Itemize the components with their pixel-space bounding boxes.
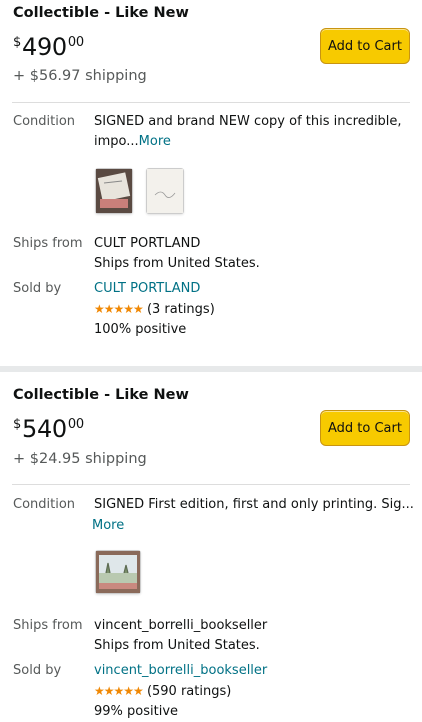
price-whole: 540 xyxy=(21,415,67,443)
add-to-cart-button[interactable]: Add to Cart xyxy=(320,28,410,64)
product-photo-thumbnail[interactable] xyxy=(95,550,141,594)
seller-rating[interactable]: ★★★★★ (3 ratings) xyxy=(94,299,215,320)
star-rating-icon: ★★★★★ xyxy=(94,302,144,316)
price: $49000 xyxy=(13,33,84,61)
condition-description: SIGNED and brand NEW copy of this incred… xyxy=(94,112,402,152)
shipping-cost: + $24.95 shipping xyxy=(13,451,147,467)
ratings-count: (590 ratings) xyxy=(146,684,232,699)
offer-card: Collectible - Like New $54000 Add to Car… xyxy=(0,372,422,720)
condition-text-line1: SIGNED and brand NEW copy of this incred… xyxy=(94,114,402,129)
seller-info: vincent_borrelli_bookseller ★★★★★ (590 r… xyxy=(94,661,267,722)
ships-from-label: Ships from xyxy=(13,618,83,633)
ships-from-country: Ships from United States. xyxy=(94,256,260,271)
offer-card: Collectible - Like New $49000 Add to Car… xyxy=(0,0,422,366)
ships-from-name: vincent_borrelli_bookseller xyxy=(94,618,268,633)
ships-from-country: Ships from United States. xyxy=(94,638,260,653)
product-photo-thumbnail[interactable] xyxy=(95,168,133,214)
ships-from-info: vincent_borrelli_bookseller Ships from U… xyxy=(94,616,267,656)
condition-description: SIGNED First edition, first and only pri… xyxy=(94,495,414,515)
price-symbol: $ xyxy=(13,417,21,432)
price: $54000 xyxy=(13,415,84,443)
sold-by-label: Sold by xyxy=(13,281,62,296)
sold-by-label: Sold by xyxy=(13,663,62,678)
signature-photo-icon xyxy=(147,169,183,213)
positive-percent: 100% positive xyxy=(94,322,187,337)
book-photo-icon xyxy=(96,169,132,213)
add-to-cart-button[interactable]: Add to Cart xyxy=(320,410,410,446)
condition-label: Condition xyxy=(13,114,76,129)
ships-from-info: CULT PORTLAND Ships from United States. xyxy=(94,234,260,274)
ratings-count: (3 ratings) xyxy=(146,302,215,317)
more-link[interactable]: More xyxy=(139,134,171,149)
signature-photo-thumbnail[interactable] xyxy=(146,168,184,214)
star-rating-icon: ★★★★★ xyxy=(94,684,144,698)
more-link[interactable]: More xyxy=(92,516,124,536)
seller-info: CULT PORTLAND ★★★★★ (3 ratings) 100% pos… xyxy=(94,279,215,340)
condition-title: Collectible - Like New xyxy=(13,5,189,21)
ships-from-label: Ships from xyxy=(13,236,83,251)
price-symbol: $ xyxy=(13,35,21,50)
divider xyxy=(12,102,410,103)
condition-title: Collectible - Like New xyxy=(13,387,189,403)
landscape-photo-icon xyxy=(96,551,140,593)
ships-from-name: CULT PORTLAND xyxy=(94,236,201,251)
seller-rating[interactable]: ★★★★★ (590 ratings) xyxy=(94,681,267,702)
shipping-cost: + $56.97 shipping xyxy=(13,68,147,84)
price-whole: 490 xyxy=(21,33,67,61)
condition-text-truncated: impo... xyxy=(94,134,139,149)
positive-percent: 99% positive xyxy=(94,704,179,719)
condition-label: Condition xyxy=(13,497,76,512)
seller-link[interactable]: vincent_borrelli_bookseller xyxy=(94,661,267,681)
price-fraction: 00 xyxy=(67,417,84,432)
divider xyxy=(12,484,410,485)
condition-text-line2: impo...More xyxy=(94,132,402,152)
price-fraction: 00 xyxy=(67,35,84,50)
condition-text-line1: SIGNED First edition, first and only pri… xyxy=(94,497,414,512)
seller-link[interactable]: CULT PORTLAND xyxy=(94,279,215,299)
